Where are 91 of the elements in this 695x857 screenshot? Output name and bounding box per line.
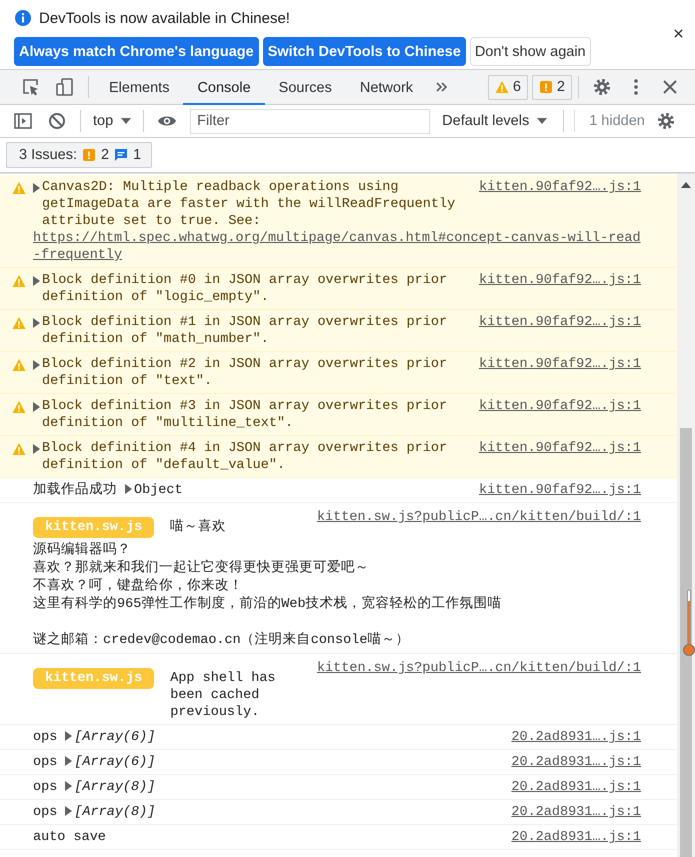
errors-counter[interactable]: 2 (532, 74, 572, 100)
warning-icon (12, 181, 26, 195)
source-link[interactable]: 20.2ad8931….js:1 (511, 829, 641, 846)
primary-button[interactable]: Always match Chrome's language (14, 37, 259, 66)
issue-icon (82, 148, 96, 162)
panel-tab[interactable]: Sources (264, 70, 346, 104)
log-message: 加载作品成功 (33, 483, 117, 498)
log-line: 喜欢？那就来和我们一起让它变得更快更强更可爱吧～ (33, 560, 370, 578)
expand-arrow-icon[interactable] (125, 484, 132, 494)
expand-arrow-icon[interactable] (33, 360, 40, 370)
expand-arrow-icon[interactable] (65, 731, 72, 741)
sidebar-toggle-icon[interactable] (13, 111, 33, 131)
source-link[interactable]: kitten.90faf92….js:1 (478, 314, 641, 331)
source-link[interactable]: kitten.90faf92….js:1 (478, 179, 641, 196)
expand-arrow-icon[interactable] (65, 806, 72, 816)
source-link[interactable]: kitten.90faf92….js:1 (478, 482, 641, 499)
warning-icon (12, 400, 26, 414)
source-link[interactable]: kitten.90faf92….js:1 (478, 272, 641, 289)
panel-tab[interactable]: Network (346, 70, 428, 104)
issue-icon (538, 80, 553, 94)
primary-button[interactable]: Switch DevTools to Chinese (262, 37, 466, 66)
context-select[interactable]: top (87, 113, 138, 129)
warning-message: Canvas2D: Multiple readback operations using getImageData are faster with the willReadFrequently attribute set to true. See: (42, 179, 456, 230)
inspect-icon[interactable] (21, 77, 41, 97)
object-preview[interactable]: [Array(8)] (74, 780, 156, 795)
source-link[interactable]: kitten.90faf92….js:1 (478, 398, 641, 415)
source-link[interactable]: kitten.90faf92….js:1 (478, 356, 641, 373)
log-message: ops (33, 780, 58, 795)
warning-icon (494, 80, 509, 94)
warning-message: Block definition #3 in JSON array overwrites prior definition of "multiline_text". (42, 398, 448, 432)
object-preview[interactable]: [Array(6)] (74, 730, 156, 745)
expand-arrow-icon[interactable] (33, 318, 40, 328)
source-link[interactable]: 20.2ad8931….js:1 (511, 779, 641, 796)
source-link[interactable]: 20.2ad8931….js:1 (511, 754, 641, 771)
settings-icon[interactable] (592, 77, 612, 97)
log-line: 不喜欢？呵，键盘给你，你来改！ (33, 578, 244, 596)
expand-arrow-icon[interactable] (33, 444, 40, 454)
warning-message: Block definition #4 in JSON array overwrites prior definition of "default_value". (42, 440, 448, 474)
levels-select[interactable]: Default levels (436, 113, 554, 129)
scrollbar-thumb[interactable] (680, 428, 692, 857)
object-preview[interactable]: Object (134, 483, 183, 498)
warning-icon (12, 442, 26, 456)
expand-arrow-icon[interactable] (65, 781, 72, 791)
thermometer-icon (683, 589, 695, 657)
message-icon (114, 148, 128, 162)
log-message: App shell has been cached previously. (170, 670, 277, 721)
expand-arrow-icon[interactable] (33, 402, 40, 412)
issues-button[interactable]: 3 Issues: 2 1 (6, 142, 152, 168)
log-message: auto save (33, 830, 106, 845)
secondary-button[interactable]: Don't show again (470, 37, 591, 66)
log-message: ops (33, 805, 58, 820)
object-preview[interactable]: [Array(8)] (74, 805, 156, 820)
info-message: DevTools is now available in Chinese! (39, 10, 290, 26)
log-line: 源码编辑器吗？ (33, 542, 132, 560)
expand-arrow-icon[interactable] (33, 183, 40, 193)
source-link[interactable]: kitten.90faf92….js:1 (478, 440, 641, 457)
warning-message: Block definition #0 in JSON array overwrites prior definition of "logic_empty". (42, 272, 448, 306)
log-line: 这里有科学的965弹性工作制度，前沿的Web技术栈，宽容轻松的工作氛围喵 (33, 596, 503, 614)
source-link[interactable]: 20.2ad8931….js:1 (511, 804, 641, 821)
warnings-counter[interactable]: 6 (488, 74, 528, 100)
device-icon[interactable] (55, 77, 75, 97)
log-message: ops (33, 755, 58, 770)
hidden-count: 1 hidden (589, 113, 645, 129)
scroll-up-arrow[interactable] (681, 182, 691, 188)
url-link[interactable]: https://html.spec.whatwg.org/multipage/canvas.html#concept-canvas-will-read-frequently (33, 230, 641, 264)
source-badge: kitten.sw.js (33, 668, 154, 689)
expand-arrow-icon[interactable] (33, 276, 40, 286)
warning-icon (12, 274, 26, 288)
close-button[interactable] (674, 29, 683, 38)
log-message: ops (33, 730, 58, 745)
panel-tab[interactable]: Console (183, 70, 265, 104)
expand-arrow-icon[interactable] (65, 756, 72, 766)
source-badge: kitten.sw.js (33, 517, 154, 538)
log-line: 谜之邮箱：credev@codemao.cn（注明来自console喵～） (33, 632, 410, 650)
info-icon (14, 9, 32, 27)
source-link[interactable]: 20.2ad8931….js:1 (511, 729, 641, 746)
caret-icon (121, 117, 132, 125)
clear-console-icon[interactable] (47, 111, 67, 131)
warning-icon (12, 358, 26, 372)
warning-message: Block definition #2 in JSON array overwrites prior definition of "text". (42, 356, 448, 390)
panel-tab[interactable]: Elements (95, 70, 184, 104)
log-message: 喵～喜欢 (170, 519, 228, 536)
object-preview[interactable]: [Array(6)] (74, 755, 156, 770)
caret-icon (537, 117, 548, 125)
warning-icon (12, 316, 26, 330)
source-link[interactable]: kitten.sw.js?publicP….cn/kitten/build/:1 (316, 509, 641, 526)
source-link[interactable]: kitten.sw.js?publicP….cn/kitten/build/:1 (316, 660, 641, 677)
more-tabs-icon[interactable] (435, 80, 450, 94)
warning-message: Block definition #1 in JSON array overwrites prior definition of "math_number". (42, 314, 448, 348)
filter-field[interactable]: Filter (190, 108, 430, 134)
settings-icon[interactable] (656, 111, 676, 131)
